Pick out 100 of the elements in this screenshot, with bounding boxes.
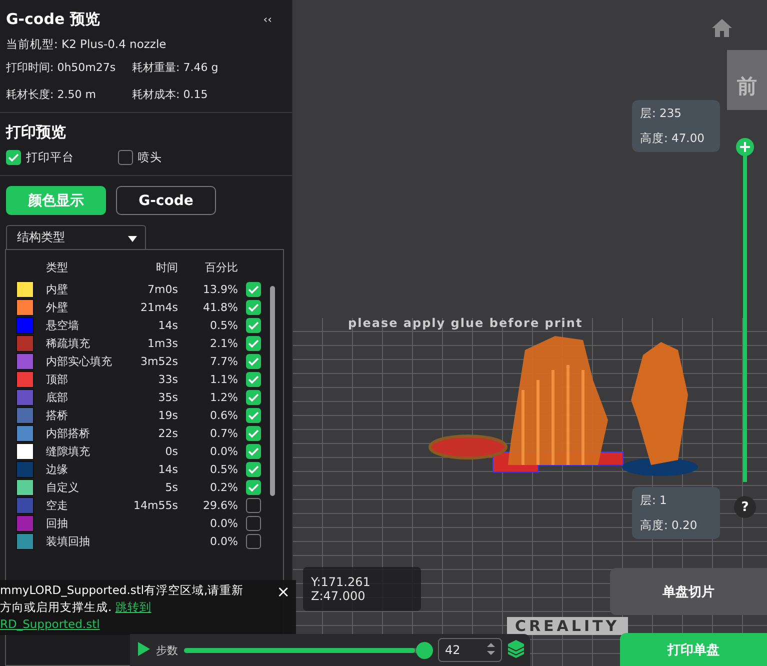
checkbox[interactable] (246, 534, 261, 548)
check-icon (248, 320, 259, 330)
feature-time: 3m52s (140, 354, 178, 368)
checkbox[interactable] (246, 498, 261, 512)
feature-percent: 7.7% (209, 354, 238, 368)
checkbox[interactable] (246, 516, 261, 530)
checkbox[interactable] (6, 150, 21, 165)
home-icon[interactable] (712, 19, 732, 40)
slice-plate-button[interactable]: 单盘切片 (610, 568, 767, 615)
stat-text: 耗材长度: 2.50 m (6, 87, 97, 102)
check-icon (248, 464, 259, 474)
view-mode-tab[interactable]: G-code (116, 186, 216, 215)
feature-type: 外壁 (46, 300, 69, 314)
feature-percent: 0.7% (209, 426, 238, 440)
feature-percent: 41.8% (202, 300, 238, 314)
feature-time: 33s (157, 372, 178, 386)
checkbox[interactable] (246, 390, 261, 404)
feature-type: 顶部 (46, 372, 69, 386)
steps-label: 步数 (156, 642, 178, 658)
check-icon (248, 302, 259, 312)
play-icon[interactable] (136, 642, 150, 658)
check-icon (248, 338, 259, 348)
stat-text: 耗材成本: 0.15 (132, 87, 209, 102)
checkbox[interactable] (246, 480, 261, 494)
check-icon (248, 284, 259, 294)
checkbox[interactable] (246, 462, 261, 476)
column-header: 时间 (155, 260, 178, 274)
check-icon (248, 374, 259, 384)
feature-type: 自定义 (46, 480, 80, 494)
feature-percent: 2.1% (209, 336, 238, 350)
close-button[interactable]: × (276, 582, 290, 601)
feature-time: 14s (157, 462, 178, 476)
layer-number: 层: 1 (640, 493, 668, 508)
step-input[interactable]: 42 (438, 638, 502, 662)
column-header: 类型 (46, 260, 69, 274)
slider-thumb[interactable] (416, 642, 433, 658)
checkbox[interactable] (246, 282, 261, 296)
feature-type: 边缘 (46, 462, 69, 476)
stat-text: 打印时间: 0h50m27s (6, 60, 117, 75)
feature-time: 22s (157, 426, 178, 440)
feature-percent: 0.5% (209, 318, 238, 332)
feature-type: 稀疏填充 (46, 336, 91, 350)
checkbox-label: 打印平台 (26, 150, 74, 165)
feature-time: 14s (157, 318, 178, 332)
feature-percent: 29.6% (202, 498, 238, 512)
check-icon (248, 356, 259, 366)
feature-time: 35s (157, 390, 178, 404)
feature-type: 悬空墙 (46, 318, 80, 332)
collapse-button[interactable]: ‹‹ (263, 13, 272, 26)
section-title: 打印预览 (6, 123, 67, 142)
checkbox[interactable] (246, 444, 261, 458)
feature-type: 底部 (46, 390, 69, 404)
feature-type: 搭桥 (46, 408, 69, 422)
feature-percent: 0.0% (209, 516, 238, 530)
check-icon (8, 153, 19, 162)
feature-percent: 1.2% (209, 390, 238, 404)
checkbox[interactable] (246, 426, 261, 440)
checkbox[interactable] (246, 372, 261, 386)
checkbox[interactable] (246, 408, 261, 422)
feature-percent: 1.1% (209, 372, 238, 386)
feature-type: 空走 (46, 498, 69, 512)
feature-percent: 0.6% (209, 408, 238, 422)
check-icon (248, 446, 259, 456)
checkbox[interactable] (246, 318, 261, 332)
feature-type: 内部实心填充 (46, 354, 113, 368)
layer-height: 高度: 0.20 (640, 518, 698, 533)
machine-label: 当前机型: K2 Plus-0.4 nozzle (6, 37, 168, 52)
layer-height: 高度: 47.00 (640, 131, 706, 146)
checkbox-label: 喷头 (138, 150, 162, 165)
checkbox[interactable] (246, 354, 261, 368)
feature-time: 1m3s (146, 336, 178, 350)
feature-time: 5s (164, 480, 178, 494)
check-icon (248, 410, 259, 420)
feature-time: 7m0s (146, 282, 178, 296)
feature-percent: 0.0% (209, 534, 238, 548)
checkbox[interactable] (246, 300, 261, 314)
feature-type: 内部搭桥 (46, 426, 91, 440)
layers-icon[interactable] (508, 640, 524, 660)
plate-label: please apply glue before print (348, 316, 583, 330)
checkbox[interactable] (246, 336, 261, 350)
check-icon (248, 428, 259, 438)
feature-percent: 0.0% (209, 444, 238, 458)
panel-title: G-code 预览 (6, 10, 100, 29)
stat-text: 耗材重量: 7.46 g (132, 60, 220, 75)
file-link[interactable]: RD_Supported.stl (0, 617, 100, 631)
feature-time: 19s (157, 408, 178, 422)
file-link[interactable]: 跳转到 (115, 600, 152, 614)
notification-message: mmyLORD_Supported.stl有浮空区域,请重新 方向或启用支撑生成. 跳转到 RD_Supported.stl (0, 582, 244, 633)
feature-percent: 0.2% (209, 480, 238, 494)
help-button[interactable]: ? (734, 496, 756, 518)
layer-number: 层: 235 (640, 106, 682, 121)
column-header: 百分比 (204, 260, 238, 274)
layer-handle[interactable] (736, 138, 754, 156)
checkbox[interactable] (118, 150, 133, 165)
feature-type: 回抽 (46, 516, 69, 530)
scrollbar[interactable] (270, 286, 275, 496)
feature-type: 内壁 (46, 282, 69, 296)
feature-type: 缝隙填充 (46, 444, 91, 458)
feature-percent: 0.5% (209, 462, 238, 476)
check-icon (248, 482, 259, 492)
